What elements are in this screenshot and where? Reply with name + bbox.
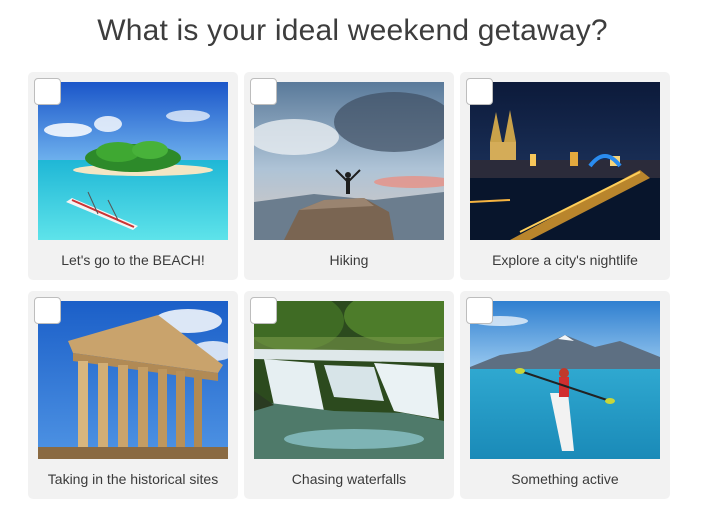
- option-card-historical[interactable]: Taking in the historical sites: [28, 291, 238, 499]
- question-title: What is your ideal weekend getaway?: [97, 14, 608, 47]
- option-checkbox-waterfalls[interactable]: [250, 297, 277, 324]
- option-card-hiking[interactable]: Hiking: [244, 72, 454, 280]
- option-label-active: Something active: [511, 471, 619, 487]
- kayaking-image: [470, 301, 660, 459]
- historical-sites-image: [38, 301, 228, 459]
- option-label-hiking: Hiking: [329, 252, 369, 268]
- options-grid: Let's go to the BEACH! Hiking Explore a …: [28, 72, 670, 499]
- option-checkbox-nightlife[interactable]: [466, 78, 493, 105]
- option-label-waterfalls: Chasing waterfalls: [291, 471, 407, 487]
- city-nightlife-image: [470, 82, 660, 240]
- option-card-waterfalls[interactable]: Chasing waterfalls: [244, 291, 454, 499]
- hiking-image: [254, 82, 444, 240]
- option-checkbox-beach[interactable]: [34, 78, 61, 105]
- beach-image: [38, 82, 228, 240]
- option-checkbox-historical[interactable]: [34, 297, 61, 324]
- option-card-beach[interactable]: Let's go to the BEACH!: [28, 72, 238, 280]
- waterfalls-image: [254, 301, 444, 459]
- option-label-nightlife: Explore a city's nightlife: [492, 252, 638, 268]
- option-card-active[interactable]: Something active: [460, 291, 670, 499]
- option-checkbox-active[interactable]: [466, 297, 493, 324]
- option-card-nightlife[interactable]: Explore a city's nightlife: [460, 72, 670, 280]
- option-label-beach: Let's go to the BEACH!: [61, 252, 205, 268]
- option-checkbox-hiking[interactable]: [250, 78, 277, 105]
- option-label-historical: Taking in the historical sites: [47, 471, 219, 487]
